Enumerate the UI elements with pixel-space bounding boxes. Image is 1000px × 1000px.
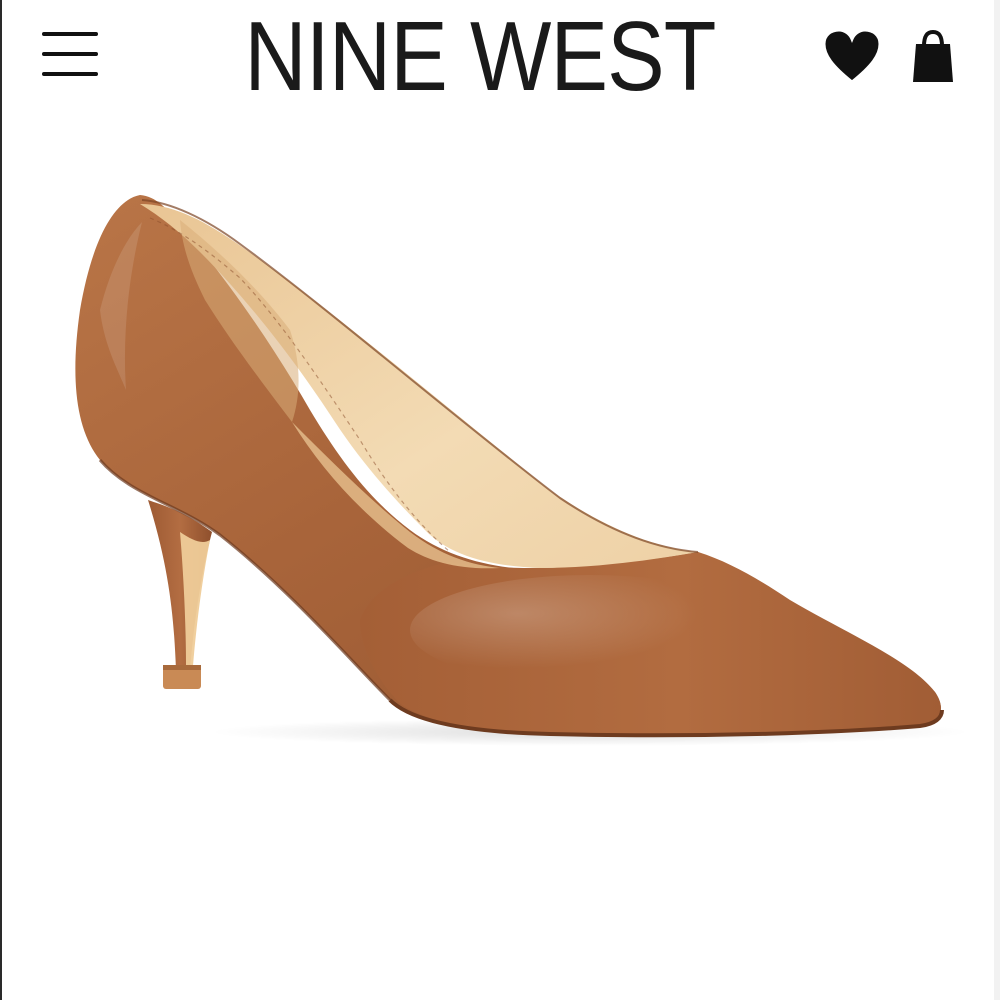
product-image[interactable] [30, 160, 970, 780]
left-edge-divider [0, 0, 2, 1000]
brand-logo[interactable]: NINE WEST [198, 6, 761, 106]
menu-button[interactable] [40, 28, 100, 80]
shopping-bag-icon [913, 29, 953, 82]
site-header: NINE WEST [0, 0, 1000, 110]
right-edge-scrollbar [994, 0, 1000, 1000]
heart-icon [822, 28, 882, 84]
wishlist-button[interactable] [822, 28, 882, 84]
shopping-bag-button[interactable] [910, 26, 956, 86]
